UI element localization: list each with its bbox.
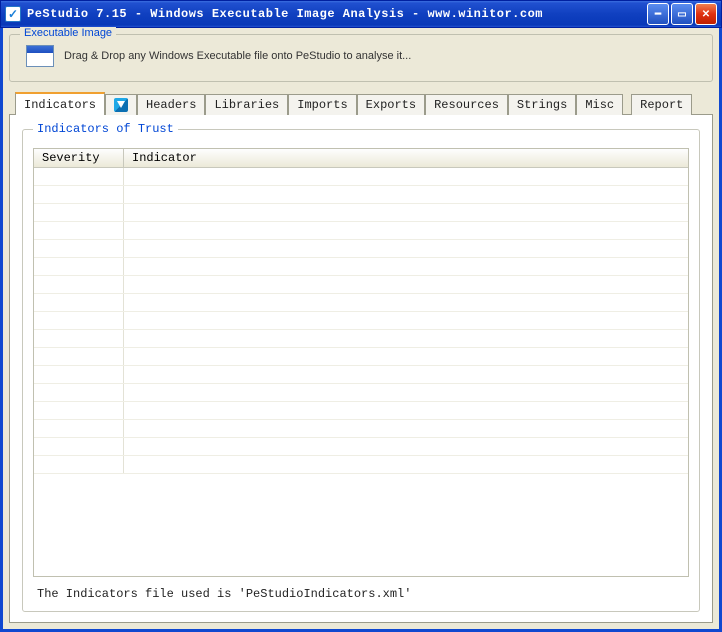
cell-indicator	[124, 240, 688, 257]
table-row[interactable]	[34, 294, 688, 312]
cell-indicator	[124, 402, 688, 419]
indicators-panel: Indicators of Trust Severity Indicator T…	[9, 114, 713, 623]
cell-severity	[34, 384, 124, 401]
cell-severity	[34, 168, 124, 185]
tab-libraries[interactable]: Libraries	[205, 94, 288, 115]
tab-strings[interactable]: Strings	[508, 94, 576, 115]
cell-indicator	[124, 258, 688, 275]
tab-label: Headers	[146, 98, 196, 112]
cell-indicator	[124, 186, 688, 203]
cell-indicator	[124, 168, 688, 185]
tab-label: Resources	[434, 98, 499, 112]
cell-severity	[34, 366, 124, 383]
maximize-button[interactable]: ▭	[671, 3, 693, 25]
executable-image-legend: Executable Image	[20, 27, 116, 39]
cell-indicator	[124, 366, 688, 383]
cell-indicator	[124, 420, 688, 437]
tab-virustotal[interactable]	[105, 94, 137, 115]
cell-severity	[34, 240, 124, 257]
cell-severity	[34, 402, 124, 419]
cell-indicator	[124, 312, 688, 329]
indicators-footnote: The Indicators file used is 'PeStudioInd…	[33, 587, 689, 601]
cell-indicator	[124, 294, 688, 311]
drop-hint-text: Drag & Drop any Windows Executable file …	[64, 50, 411, 62]
cell-severity	[34, 222, 124, 239]
cell-severity	[34, 456, 124, 473]
tab-exports[interactable]: Exports	[357, 94, 425, 115]
tab-label: Strings	[517, 98, 567, 112]
table-row[interactable]	[34, 330, 688, 348]
virustotal-icon	[114, 98, 128, 112]
tabstrip: Indicators Headers Libraries Imports Exp…	[9, 92, 713, 115]
table-row[interactable]	[34, 276, 688, 294]
cell-severity	[34, 312, 124, 329]
cell-indicator	[124, 222, 688, 239]
tab-label: Report	[640, 98, 683, 112]
titlebar[interactable]: ✓ PeStudio 7.15 - Windows Executable Ima…	[0, 0, 722, 28]
table-header: Severity Indicator	[34, 149, 688, 168]
tab-imports[interactable]: Imports	[288, 94, 356, 115]
window-title: PeStudio 7.15 - Windows Executable Image…	[27, 7, 647, 21]
indicators-legend: Indicators of Trust	[33, 122, 178, 136]
cell-indicator	[124, 276, 688, 293]
column-severity[interactable]: Severity	[34, 149, 124, 167]
table-body	[34, 168, 688, 576]
cell-indicator	[124, 456, 688, 473]
window-icon	[26, 45, 54, 67]
table-row[interactable]	[34, 168, 688, 186]
cell-severity	[34, 420, 124, 437]
tab-label: Exports	[366, 98, 416, 112]
tab-report[interactable]: Report	[631, 94, 692, 115]
table-row[interactable]	[34, 366, 688, 384]
cell-severity	[34, 330, 124, 347]
table-row[interactable]	[34, 456, 688, 474]
cell-severity	[34, 276, 124, 293]
table-row[interactable]	[34, 402, 688, 420]
cell-severity	[34, 258, 124, 275]
indicators-table[interactable]: Severity Indicator	[33, 148, 689, 577]
close-button[interactable]: ✕	[695, 3, 717, 25]
column-indicator[interactable]: Indicator	[124, 149, 688, 167]
cell-indicator	[124, 384, 688, 401]
window-controls: ━ ▭ ✕	[647, 3, 717, 25]
tab-label: Indicators	[24, 98, 96, 112]
tab-indicators[interactable]: Indicators	[15, 92, 105, 115]
minimize-button[interactable]: ━	[647, 3, 669, 25]
cell-severity	[34, 294, 124, 311]
table-row[interactable]	[34, 312, 688, 330]
cell-indicator	[124, 330, 688, 347]
table-row[interactable]	[34, 258, 688, 276]
tab-label: Imports	[297, 98, 347, 112]
table-row[interactable]	[34, 204, 688, 222]
cell-severity	[34, 348, 124, 365]
table-row[interactable]	[34, 420, 688, 438]
table-row[interactable]	[34, 240, 688, 258]
table-row[interactable]	[34, 186, 688, 204]
cell-severity	[34, 186, 124, 203]
tab-resources[interactable]: Resources	[425, 94, 508, 115]
executable-image-group: Executable Image Drag & Drop any Windows…	[9, 34, 713, 82]
cell-severity	[34, 204, 124, 221]
cell-indicator	[124, 438, 688, 455]
close-icon: ✕	[702, 9, 710, 20]
table-row[interactable]	[34, 438, 688, 456]
cell-indicator	[124, 348, 688, 365]
drop-area[interactable]: Drag & Drop any Windows Executable file …	[20, 45, 702, 67]
client-area: Executable Image Drag & Drop any Windows…	[0, 28, 722, 632]
table-row[interactable]	[34, 222, 688, 240]
indicators-group: Indicators of Trust Severity Indicator T…	[22, 129, 700, 612]
minimize-icon: ━	[655, 9, 661, 20]
cell-severity	[34, 438, 124, 455]
table-row[interactable]	[34, 348, 688, 366]
cell-indicator	[124, 204, 688, 221]
maximize-icon: ▭	[677, 9, 686, 20]
app-icon: ✓	[5, 6, 21, 22]
tab-label: Misc	[585, 98, 614, 112]
tab-headers[interactable]: Headers	[137, 94, 205, 115]
tab-misc[interactable]: Misc	[576, 94, 623, 115]
tab-label: Libraries	[214, 98, 279, 112]
table-row[interactable]	[34, 384, 688, 402]
